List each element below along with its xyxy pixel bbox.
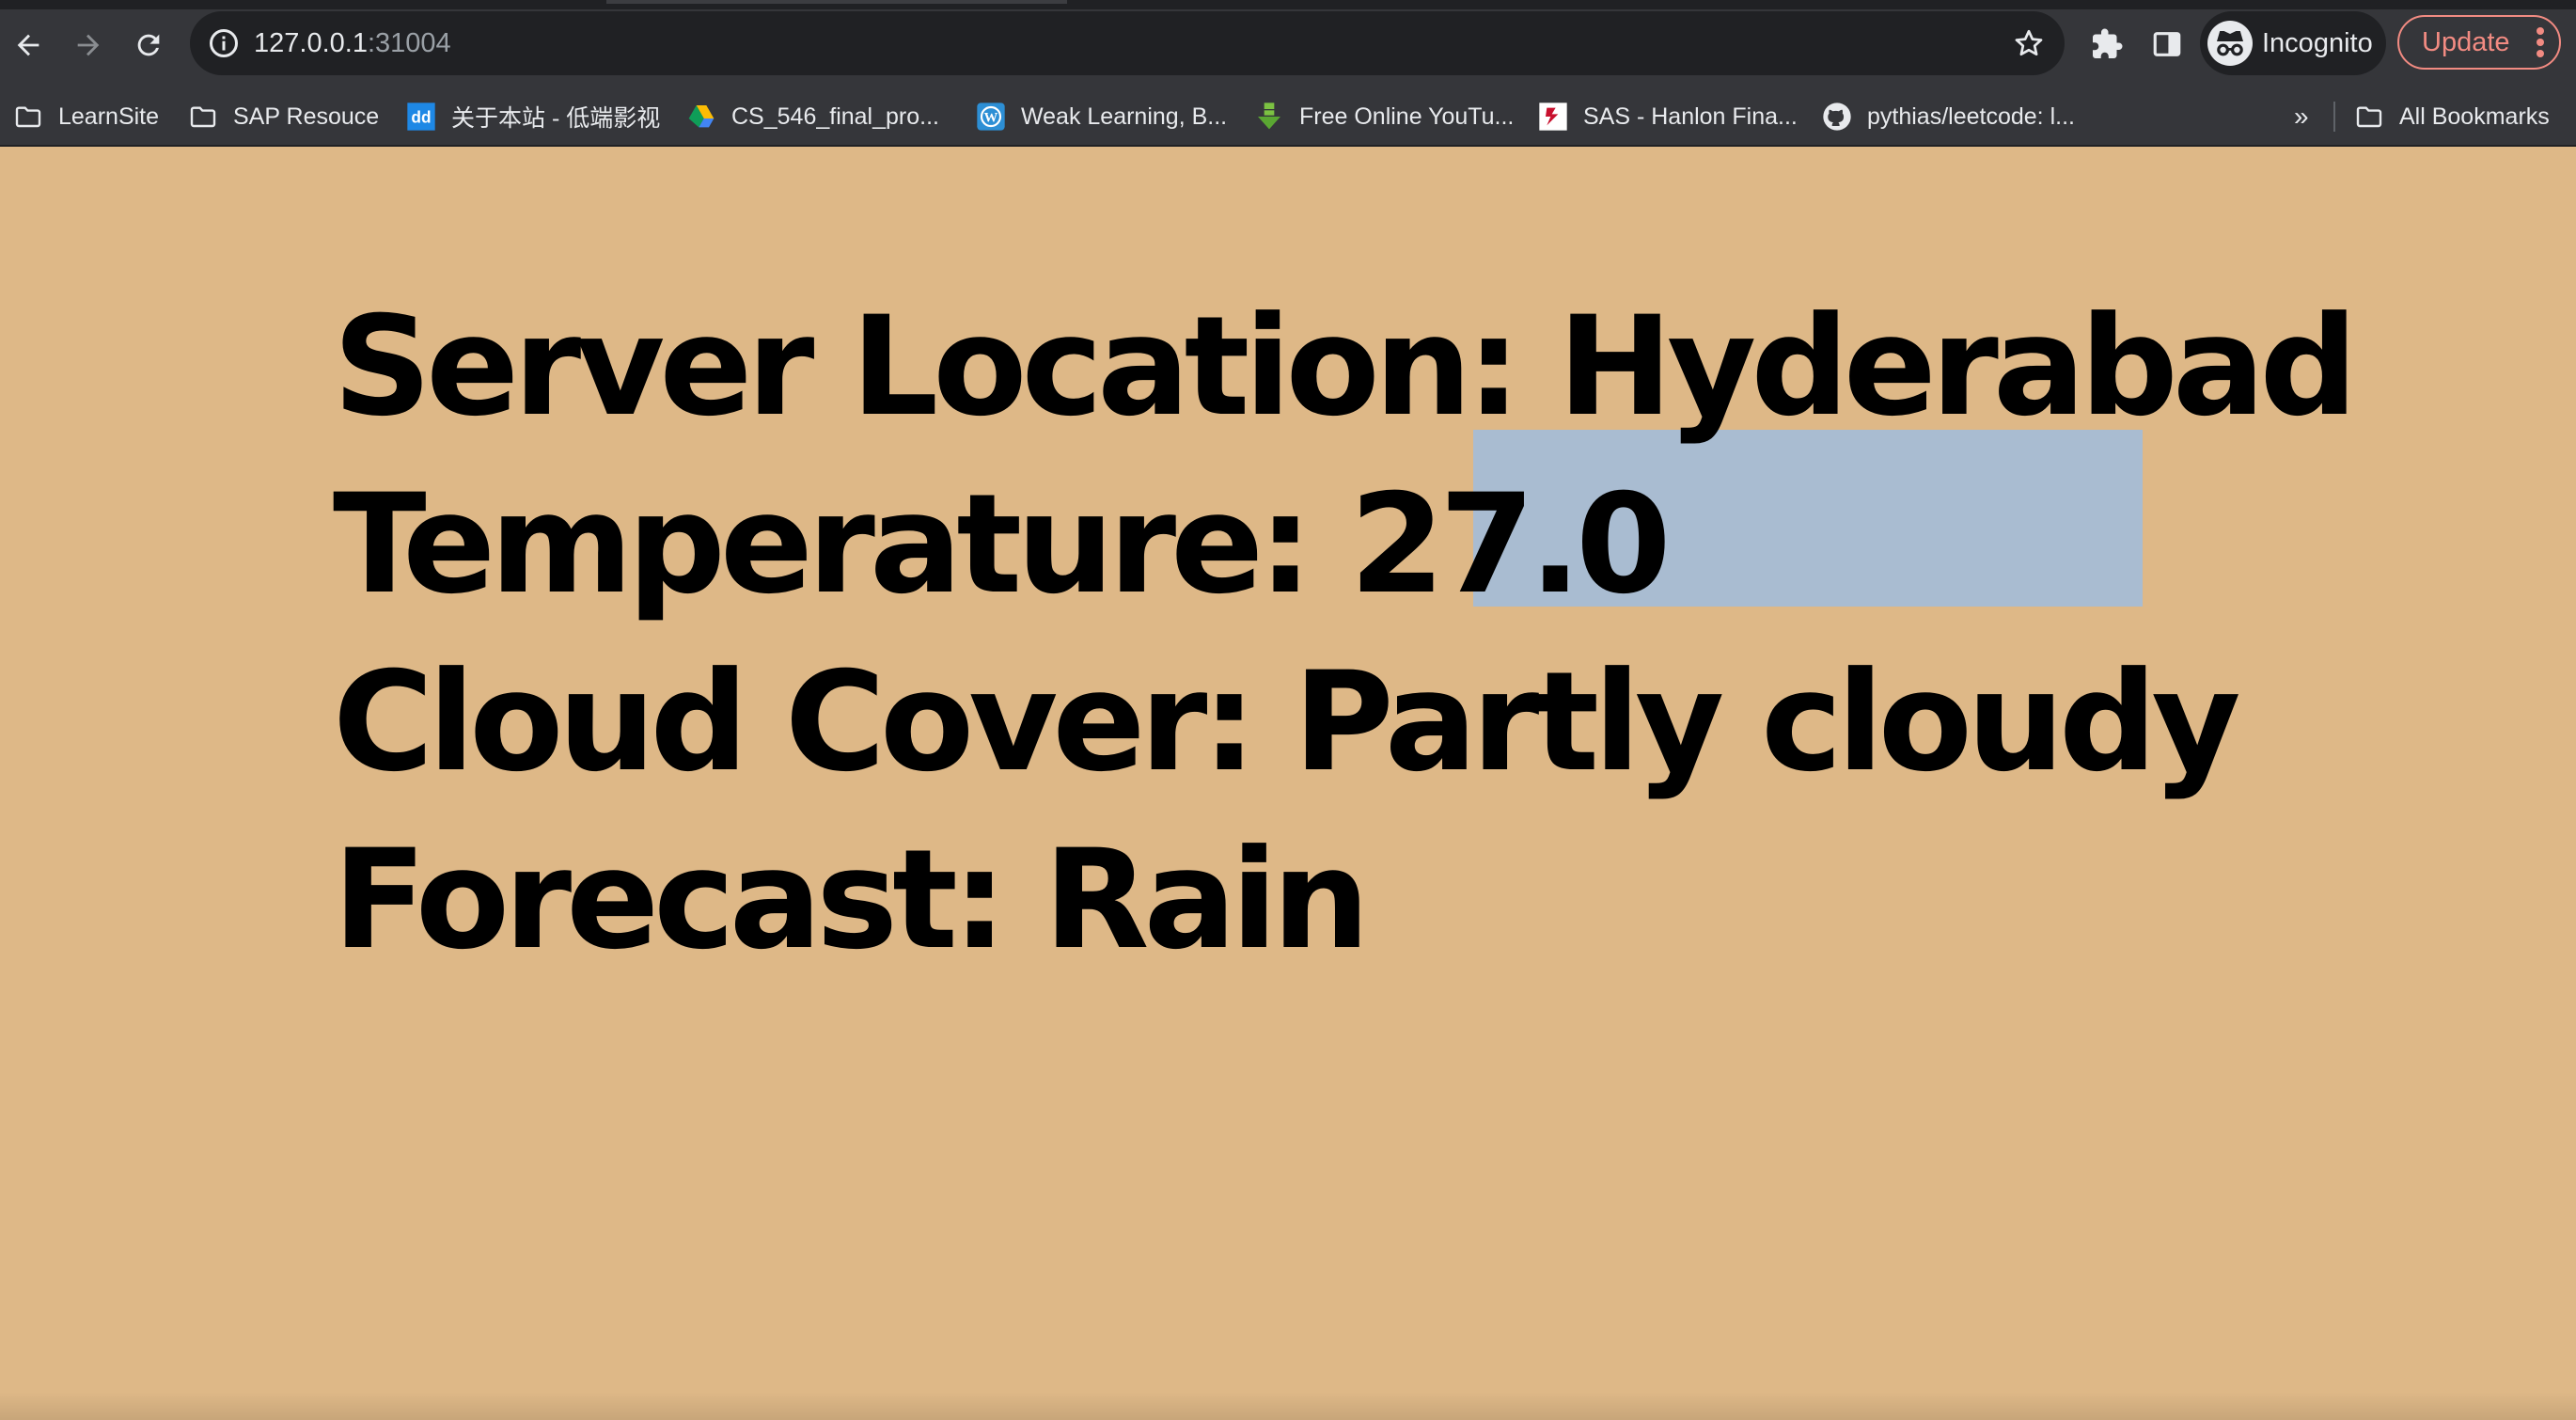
bookmark-item[interactable]: CS_546_final_pro... — [686, 88, 939, 145]
incognito-profile-button[interactable]: Incognito — [2200, 11, 2386, 75]
update-button[interactable]: Update — [2397, 15, 2561, 70]
bookmark-label: 关于本站 - 低端影视 — [451, 105, 661, 132]
bookmark-item[interactable]: pythias/leetcode: l... — [1822, 88, 2075, 145]
incognito-icon — [2207, 21, 2253, 66]
cloud-cover-value: Partly cloudy — [1293, 642, 2241, 802]
folder-icon — [13, 102, 43, 132]
arrow-right-icon — [77, 34, 100, 56]
browser-toolbar: 127.0.0.1:31004 Incognito Update — [0, 0, 2576, 88]
cloud-cover-label: Cloud Cover: — [333, 642, 1257, 802]
bookmark-label: SAS - Hanlon Fina... — [1583, 103, 1798, 130]
cloud-cover-line: Cloud Cover: Partly cloudy — [333, 634, 2352, 812]
arrow-left-icon — [17, 34, 39, 56]
reload-icon — [137, 34, 160, 56]
bookmark-star-icon[interactable] — [2012, 26, 2046, 60]
tab-strip-edge — [0, 0, 2576, 9]
bookmark-label: pythias/leetcode: l... — [1867, 103, 2075, 130]
all-bookmarks-label: All Bookmarks — [2399, 103, 2550, 130]
profile-label: Incognito — [2262, 28, 2373, 58]
side-panel-button[interactable] — [2145, 23, 2189, 66]
github-icon — [1822, 102, 1852, 132]
site-info-icon[interactable] — [207, 26, 241, 60]
bookmark-label: LearnSite — [58, 103, 160, 130]
forward-button[interactable] — [64, 21, 113, 70]
reload-button[interactable] — [124, 21, 173, 70]
svg-text:W: W — [984, 110, 998, 125]
weather-info: Server Location: Hyderabad Temperature: … — [333, 278, 2358, 989]
bookmarks-bar: LearnSite SAP Resouce dd 关于本站 - 低端影视 CS_… — [0, 88, 2576, 147]
temperature-line: Temperature: 27.0 — [333, 456, 2352, 634]
forecast-label: Forecast: — [333, 820, 1007, 980]
wordpress-icon: W — [976, 102, 1006, 132]
bookmarks-overflow-button[interactable]: » — [2294, 88, 2309, 145]
bookmark-item[interactable]: dd 关于本站 - 低端影视 — [406, 88, 660, 145]
server-location-value: Hyderabad — [1557, 287, 2358, 447]
address-bar[interactable]: 127.0.0.1:31004 — [190, 11, 2065, 75]
bookmark-item[interactable]: SAP Resouce — [188, 88, 379, 145]
sas-favicon — [1538, 102, 1568, 132]
forecast-line: Forecast: Rain — [333, 812, 2352, 989]
google-drive-icon — [686, 102, 716, 132]
server-location-line: Server Location: Hyderabad — [333, 278, 2358, 456]
url-host: 127.0.0.1 — [254, 28, 368, 58]
bookmark-item[interactable]: LearnSite — [13, 88, 159, 145]
folder-icon — [188, 102, 218, 132]
update-label: Update — [2422, 27, 2510, 57]
all-bookmarks-button[interactable]: All Bookmarks — [2354, 88, 2550, 145]
svg-text:dd: dd — [411, 108, 431, 127]
bookmark-item[interactable]: W Weak Learning, B... — [976, 88, 1227, 145]
temperature-label: Temperature: — [333, 465, 1313, 624]
back-button[interactable] — [4, 21, 53, 70]
bookmark-item[interactable]: Free Online YouTu... — [1254, 88, 1514, 145]
side-panel-icon — [2153, 32, 2181, 56]
more-menu-icon[interactable] — [2535, 26, 2546, 58]
bookmark-label: SAP Resouce — [233, 103, 380, 130]
url-text: 127.0.0.1:31004 — [254, 11, 451, 75]
bookmark-label: Free Online YouTu... — [1299, 103, 1515, 130]
puzzle-icon — [2093, 28, 2123, 58]
url-port: :31004 — [367, 28, 451, 58]
extensions-button[interactable] — [2085, 23, 2128, 66]
temperature-value: 27.0 — [1349, 465, 1671, 624]
folder-icon — [2354, 102, 2384, 132]
bookmark-item[interactable]: SAS - Hanlon Fina... — [1538, 88, 1798, 145]
page-bottom-shadow — [0, 1392, 2576, 1420]
download-arrow-icon — [1254, 102, 1284, 132]
bookmark-label: CS_546_final_pro... — [731, 103, 939, 130]
forecast-value: Rain — [1044, 820, 1370, 980]
server-location-label: Server Location: — [333, 287, 1521, 447]
bookmarks-separator — [2333, 102, 2335, 132]
site-favicon-dd: dd — [406, 102, 436, 132]
bookmark-label: Weak Learning, B... — [1021, 103, 1228, 130]
